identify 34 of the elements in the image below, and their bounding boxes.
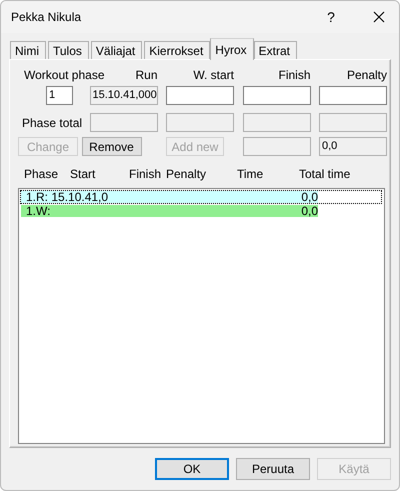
window-title: Pekka Nikula (11, 10, 82, 24)
tab[interactable]: Kierrokset (144, 41, 210, 59)
column-header: Time (237, 167, 264, 182)
item-total: 0,0 (301, 204, 318, 217)
tab[interactable]: Hyrox (210, 38, 254, 60)
item-label: 1.R: 15.10.41,0 (26, 190, 108, 203)
list-item[interactable]: 1.W: 0,0 (21, 204, 318, 217)
input-field[interactable] (242, 86, 310, 106)
action-button[interactable]: Remove (82, 137, 142, 156)
column-header: Penalty (166, 167, 206, 182)
column-header: Finish (129, 167, 162, 182)
column-header: Phase (24, 167, 58, 182)
tab[interactable]: Tulos (48, 41, 89, 59)
tab[interactable]: Nimi (10, 41, 46, 59)
column-header: Start (70, 167, 96, 182)
field-label: W. start (192, 68, 234, 82)
help-button[interactable]: ? (311, 8, 351, 26)
tab[interactable]: Väliajat (90, 41, 142, 59)
item-label: 1.W: (26, 204, 50, 217)
dialog-button[interactable]: OK (155, 458, 229, 480)
field-label: Workout phase (24, 68, 104, 82)
field-label: Penalty (346, 68, 387, 82)
column-header: Total time (299, 167, 350, 182)
list-item[interactable]: 1.R: 15.10.41,0 0,0 (21, 190, 318, 203)
field-label: Run (135, 68, 158, 82)
field-label: Finish (277, 68, 310, 82)
dialog-button[interactable]: Peruuta (236, 458, 310, 480)
close-icon (373, 11, 385, 23)
tab[interactable]: Extrat (254, 41, 297, 59)
item-total: 0,0 (301, 190, 318, 203)
input-field[interactable] (166, 86, 234, 106)
input-field[interactable]: 1 (46, 86, 73, 106)
input-field[interactable] (319, 86, 387, 106)
field-label: Phase total (21, 116, 81, 130)
